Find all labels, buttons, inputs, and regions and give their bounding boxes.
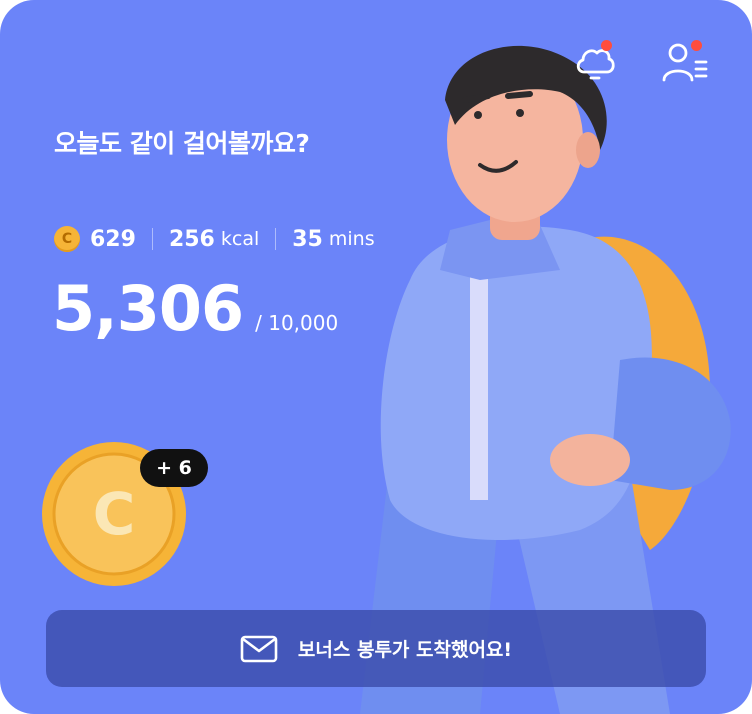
weather-notification-dot [601, 40, 612, 51]
bonus-envelope-banner[interactable]: 보너스 봉투가 도착했어요! [46, 610, 706, 687]
kcal-value: 256 [168, 226, 215, 252]
divider [151, 228, 153, 250]
header-icons [570, 36, 710, 86]
reward-coin-glyph: C [93, 480, 136, 548]
step-count: 5,306 [52, 272, 244, 345]
greeting-text: 오늘도 같이 걸어볼까요? [54, 129, 310, 158]
step-goal: / 10,000 [255, 311, 339, 335]
weather-cloud-icon [576, 49, 615, 80]
stats-row: C 629 256 kcal 35 mins [54, 226, 375, 252]
mins-unit: mins [328, 228, 375, 250]
kcal-unit: kcal [220, 228, 260, 250]
banner-text: 보너스 봉투가 도착했어요! [297, 639, 513, 661]
mins-value: 35 [292, 226, 323, 252]
reward-badge: + 6 [140, 449, 208, 487]
profile-menu-icon [662, 43, 708, 82]
profile-notification-dot [691, 40, 702, 51]
divider [275, 228, 277, 250]
step-counter: 5,306 / 10,000 [52, 272, 338, 345]
weather-button[interactable] [570, 36, 620, 86]
profile-menu-button[interactable] [660, 36, 710, 86]
envelope-icon [240, 635, 278, 662]
coin-count: 629 [90, 226, 136, 252]
walk-card: 오늘도 같이 걸어볼까요? C 629 256 kcal 35 mins 5,3… [0, 0, 752, 714]
coin-icon: C [54, 226, 80, 252]
